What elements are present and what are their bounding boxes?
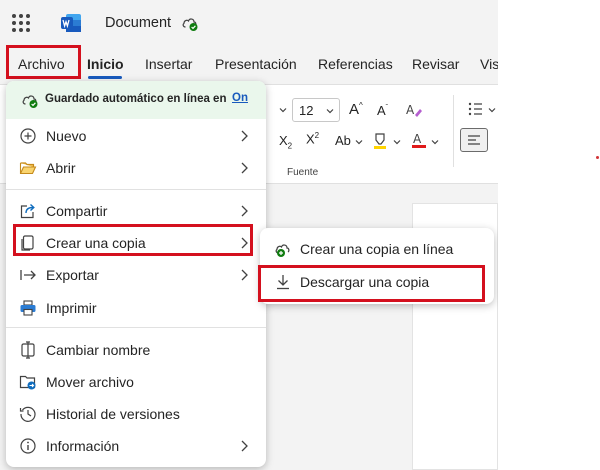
menu-item-cambiar-nombre[interactable]: Cambiar nombre (6, 334, 266, 366)
menu-item-label: Exportar (46, 267, 99, 283)
app-launcher-icon[interactable] (12, 14, 30, 32)
font-color-icon[interactable]: A (411, 131, 427, 149)
menu-item-compartir[interactable]: Compartir (6, 195, 266, 227)
chevron-right-icon (241, 269, 248, 281)
document-title[interactable]: Document (105, 15, 171, 31)
align-left-icon (468, 135, 480, 145)
highlighter-icon[interactable] (372, 132, 388, 150)
file-menu: Guardado automático en línea en On Nuevo… (6, 81, 266, 467)
tab-revisar[interactable]: Revisar (412, 56, 459, 72)
menu-item-label: Nuevo (46, 128, 87, 144)
tab-presentacion[interactable]: Presentación (215, 56, 297, 72)
history-icon (19, 406, 36, 422)
blank-right-area (498, 0, 600, 470)
chevron-down-icon[interactable] (354, 137, 364, 147)
autosave-toggle-link[interactable]: On (232, 92, 248, 104)
chevron-down-icon[interactable] (430, 137, 440, 147)
folder-open-icon (19, 162, 37, 175)
menu-item-informacion[interactable]: Información (6, 430, 266, 462)
autosave-banner: Guardado automático en línea en On (6, 81, 266, 119)
menu-item-historial[interactable]: Historial de versiones (6, 398, 266, 430)
folder-move-icon (19, 375, 36, 390)
chevron-down-icon (326, 109, 334, 114)
font-size-dropdown[interactable]: 12 (292, 98, 340, 122)
chevron-right-icon (241, 130, 248, 142)
font-size-value: 12 (299, 103, 314, 118)
menu-item-label: Información (46, 438, 120, 454)
descargar-highlight-box (258, 265, 485, 302)
superscript-icon[interactable]: X2 (306, 131, 319, 146)
bullet-list-icon[interactable] (468, 101, 486, 117)
word-app: Document Archivo Inicio Insertar Present… (0, 0, 498, 470)
tab-referencias[interactable]: Referencias (318, 56, 393, 72)
submenu-item-label: Crear una copia en línea (300, 241, 454, 257)
menu-item-abrir[interactable]: Abrir (6, 152, 266, 184)
archivo-highlight-box (6, 45, 81, 79)
menu-item-label: Abrir (46, 160, 76, 176)
chevron-right-icon (241, 205, 248, 217)
subscript-icon[interactable]: X2 (279, 133, 292, 151)
chevron-right-icon (241, 162, 248, 174)
submenu-item-copia-en-linea[interactable]: Crear una copia en línea (260, 233, 494, 265)
ribbon-separator (453, 95, 454, 167)
chevron-down-icon[interactable] (487, 105, 497, 115)
tab-vista[interactable]: Vis (480, 56, 498, 72)
svg-text:A: A (413, 132, 422, 146)
grow-font-icon[interactable]: A^ (349, 101, 363, 118)
font-family-chevron-icon[interactable] (278, 105, 288, 115)
share-icon (20, 203, 35, 219)
chevron-right-icon (241, 440, 248, 452)
plus-circle-icon (20, 128, 36, 144)
title-bar: Document (0, 0, 498, 46)
cloud-add-icon (275, 244, 290, 257)
rename-icon (21, 341, 35, 359)
tab-insertar[interactable]: Insertar (145, 56, 192, 72)
autosave-label: Guardado automático en línea en (45, 93, 227, 105)
change-case-icon[interactable]: Ab (335, 133, 351, 148)
cloud-check-icon (22, 95, 38, 108)
ribbon-group-label: Fuente (287, 167, 319, 178)
tab-inicio[interactable]: Inicio (87, 56, 124, 72)
active-tab-indicator (88, 76, 122, 79)
chevron-down-icon[interactable] (392, 137, 402, 147)
export-arrow-icon (20, 270, 36, 280)
align-left-button[interactable] (460, 128, 488, 152)
cloud-check-icon[interactable] (181, 14, 199, 32)
menu-item-mover-archivo[interactable]: Mover archivo (6, 366, 266, 398)
menu-item-label: Historial de versiones (46, 406, 180, 422)
shrink-font-icon[interactable]: Aˇ (377, 103, 388, 118)
crear-copia-highlight-box (13, 224, 253, 256)
printer-icon (20, 300, 36, 316)
menu-item-nuevo[interactable]: Nuevo (6, 120, 266, 152)
menu-item-exportar[interactable]: Exportar (6, 259, 266, 291)
menu-separator (6, 327, 266, 328)
menu-item-imprimir[interactable]: Imprimir (6, 292, 266, 324)
menu-item-label: Cambiar nombre (46, 342, 151, 358)
menu-item-label: Mover archivo (46, 374, 134, 390)
red-dot-marker (596, 156, 599, 159)
word-logo (61, 14, 81, 32)
svg-text:A: A (406, 103, 415, 117)
clear-formatting-icon[interactable]: A (405, 101, 423, 119)
menu-item-label: Imprimir (46, 300, 97, 316)
menu-item-label: Compartir (46, 203, 108, 219)
info-icon (20, 438, 36, 454)
menu-separator (6, 189, 266, 190)
